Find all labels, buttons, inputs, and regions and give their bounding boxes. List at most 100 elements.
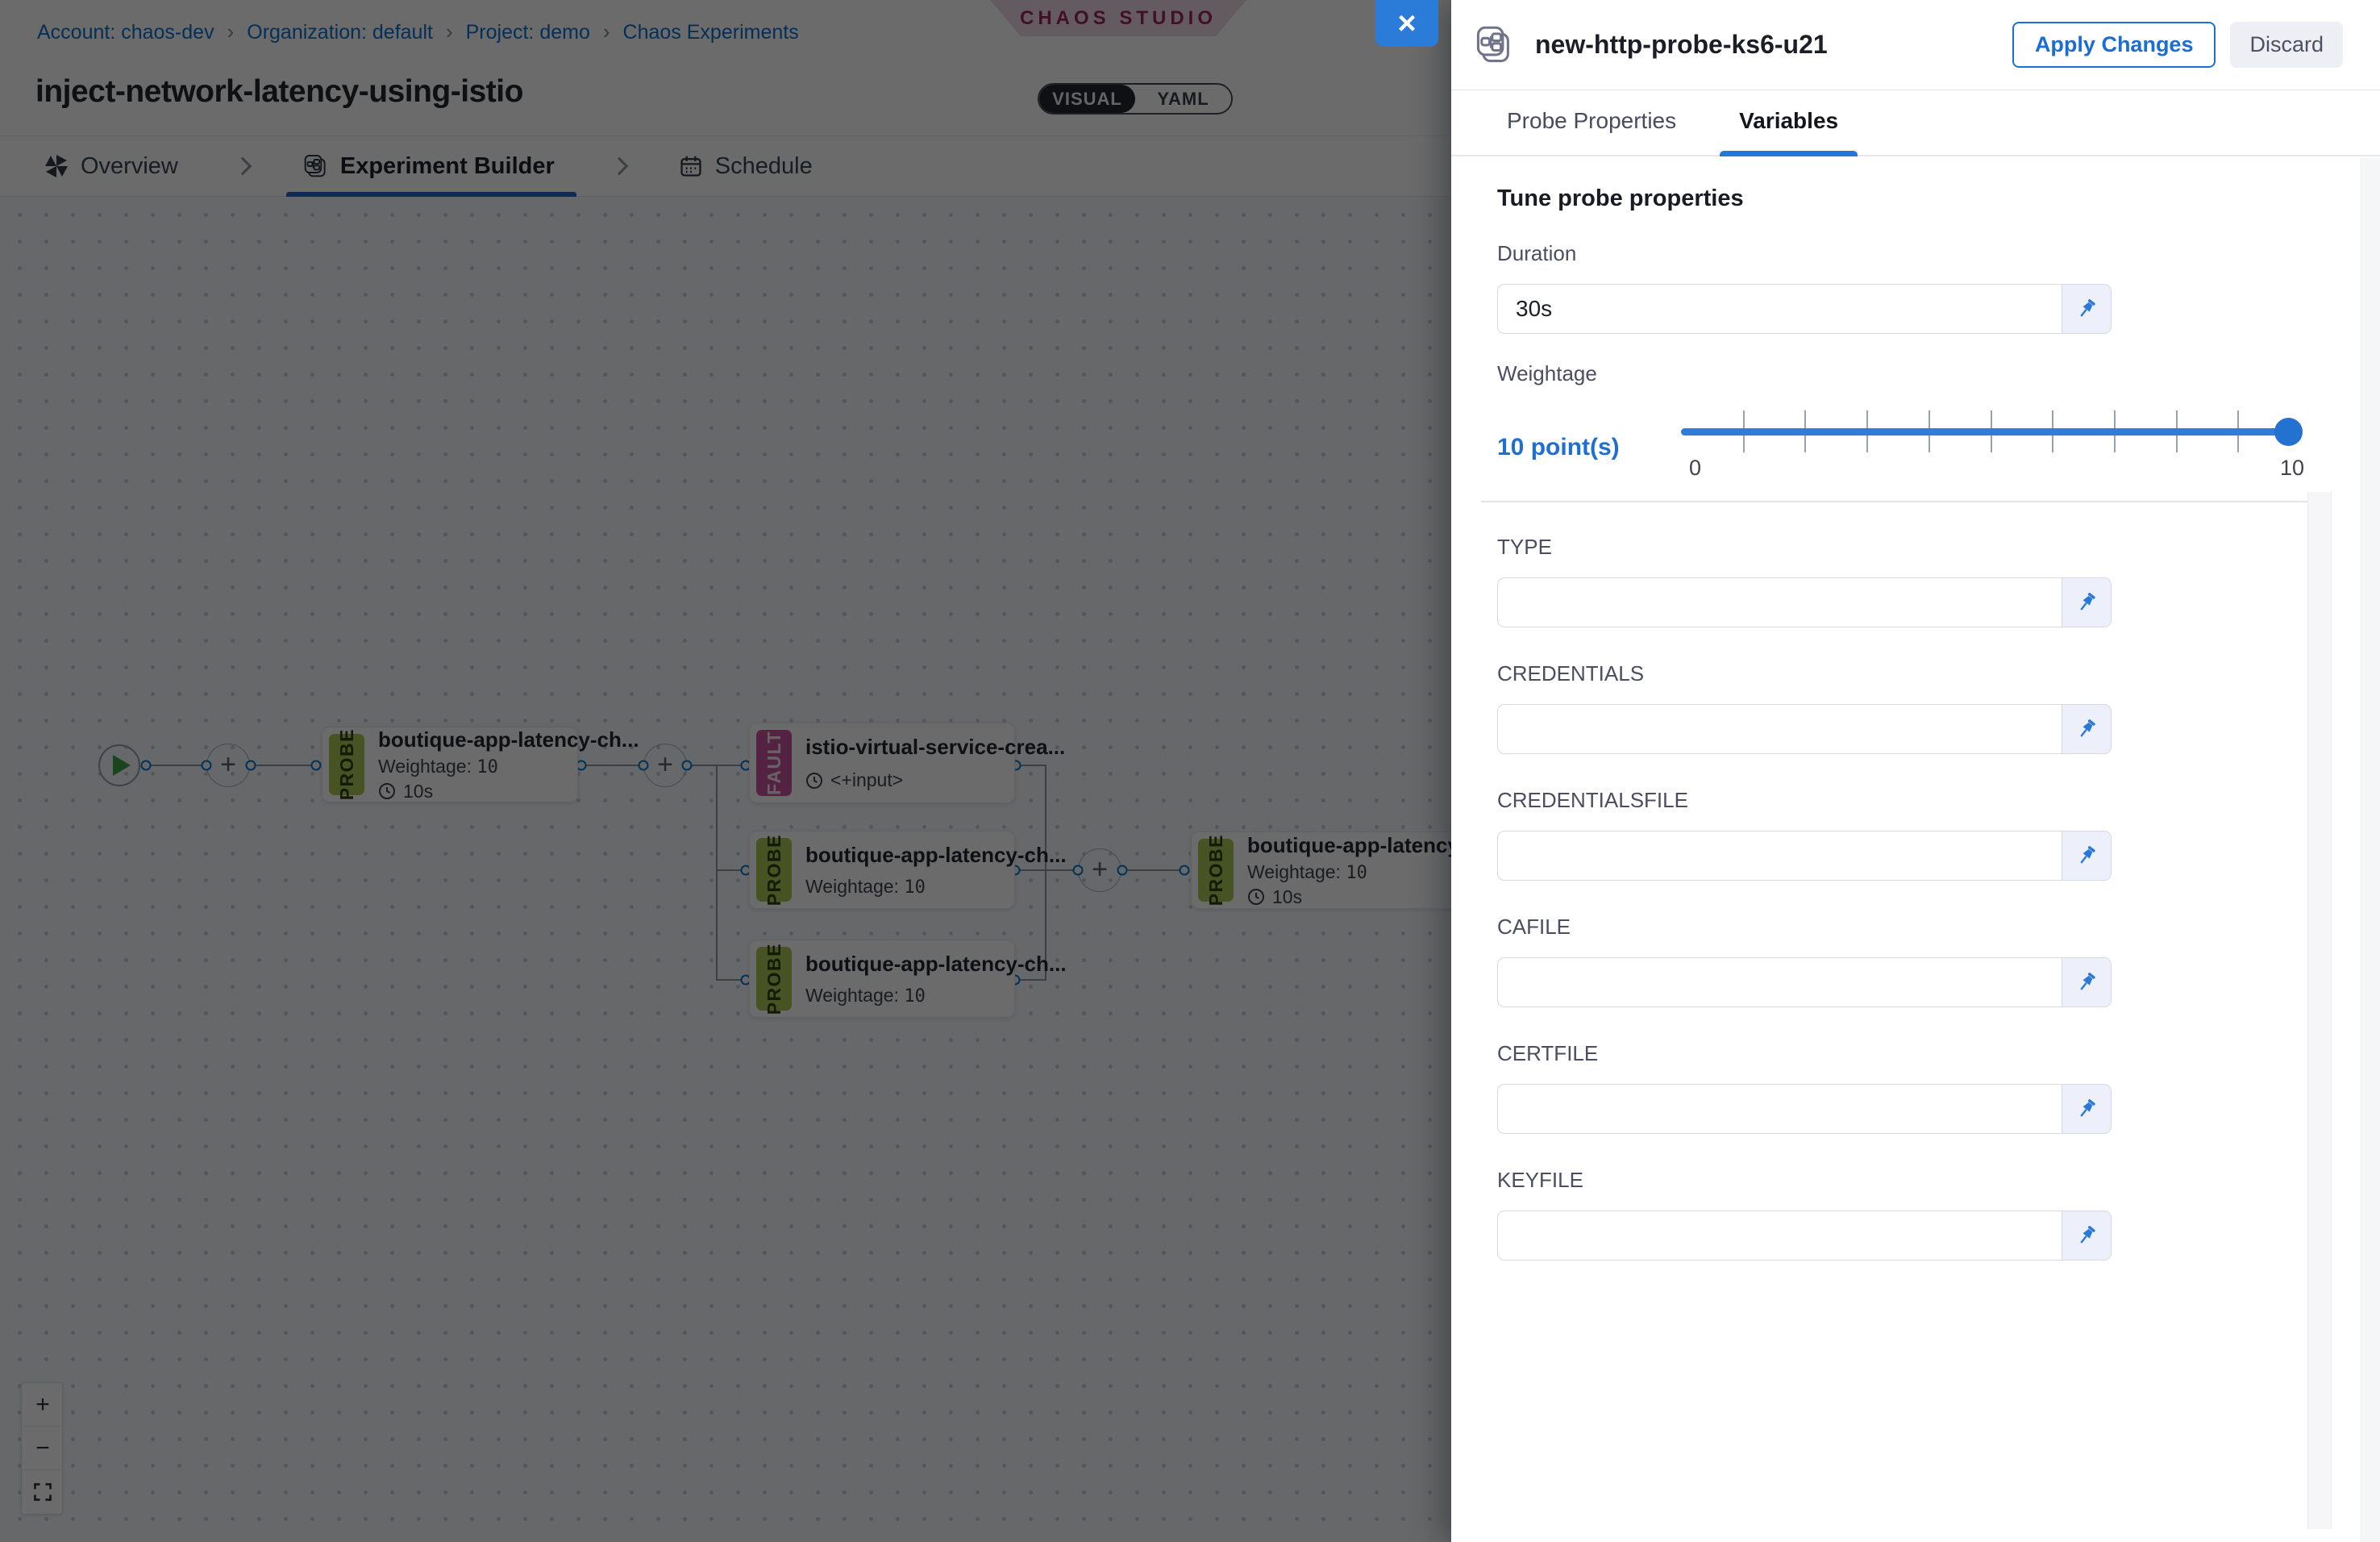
node-duration: 10s (1247, 886, 1451, 908)
field-label: CREDENTIALSFILE (1497, 788, 2380, 813)
add-node-button[interactable]: + (1078, 848, 1121, 892)
apply-changes-button[interactable]: Apply Changes (2012, 22, 2216, 68)
slider-handle[interactable] (2274, 418, 2303, 446)
tab-schedule[interactable]: Schedule (679, 153, 813, 180)
pin-button[interactable] (2062, 577, 2112, 627)
calendar-icon (679, 154, 703, 178)
edge (716, 765, 718, 981)
slider-max-label: 10 (2280, 456, 2304, 481)
zoom-in-button[interactable]: + (22, 1383, 63, 1427)
port[interactable] (141, 761, 152, 771)
weightage-row: 10 point(s) 0 10 (1497, 409, 2299, 486)
field-label: CAFILE (1497, 915, 2380, 940)
drawer-tabs: Probe Properties Variables (1451, 90, 2380, 156)
tab-probe-properties[interactable]: Probe Properties (1502, 108, 1681, 155)
weightage-slider[interactable]: 0 10 (1681, 409, 2299, 486)
discard-button[interactable]: Discard (2230, 22, 2343, 68)
toggle-visual[interactable]: VISUAL (1039, 85, 1135, 113)
pin-icon (2075, 591, 2098, 614)
field-label: KEYFILE (1497, 1168, 2380, 1193)
field-group-cafile: CAFILE (1497, 915, 2380, 1007)
pin-button[interactable] (2062, 284, 2112, 334)
port[interactable] (1073, 865, 1084, 876)
node-title: istio-virtual-service-crea... (805, 735, 1001, 760)
probe-node[interactable]: PROBE boutique-app-latency-ch... Weighta… (322, 727, 578, 802)
probe-node[interactable]: PROBE boutique-app-latency-ch... Weighta… (749, 940, 1015, 1018)
type-input[interactable] (1497, 577, 2062, 627)
pin-icon (2075, 971, 2098, 994)
field-label: TYPE (1497, 535, 2380, 560)
node-weightage: Weightage: 10 (805, 985, 1001, 1006)
play-icon (113, 755, 131, 776)
probe-config-drawer: new-http-probe-ks6-u21 Apply Changes Dis… (1451, 0, 2380, 1542)
breadcrumb-separator: › (590, 19, 623, 44)
clock-icon (805, 772, 823, 790)
pin-button[interactable] (2062, 831, 2112, 881)
experiment-canvas[interactable]: + + + PROBE boutique-app-latency-ch... W… (0, 197, 1451, 1542)
edge (1017, 979, 1046, 981)
breadcrumb-account[interactable]: Account: chaos-dev (37, 21, 214, 44)
breadcrumb-org[interactable]: Organization: default (247, 21, 433, 44)
run-experiment-button[interactable] (98, 744, 140, 786)
page-title: inject-network-latency-using-istio (35, 74, 523, 110)
edge (251, 765, 317, 766)
probe-badge: PROBE (329, 734, 364, 795)
port[interactable] (1117, 865, 1128, 876)
credentialsfile-input[interactable] (1497, 831, 2062, 881)
duration-input[interactable] (1497, 284, 2062, 334)
add-node-button[interactable]: + (643, 744, 687, 787)
cafile-input[interactable] (1497, 957, 2062, 1007)
breadcrumb-separator: › (433, 19, 466, 44)
certfile-input[interactable] (1497, 1084, 2062, 1134)
close-drawer-button[interactable]: × (1375, 0, 1438, 47)
breadcrumb-separator: › (214, 19, 248, 44)
port[interactable] (639, 761, 649, 771)
drawer-scrollbar[interactable] (2361, 158, 2380, 1542)
drawer-content: Tune probe properties Duration Weightage… (1451, 156, 2380, 1261)
fault-badge: FAULT (756, 730, 792, 796)
port[interactable] (1180, 865, 1190, 876)
field-label: CERTFILE (1497, 1041, 2380, 1066)
zoom-out-button[interactable]: − (22, 1427, 63, 1470)
duration-label: Duration (1497, 241, 2380, 266)
pin-button[interactable] (2062, 1211, 2112, 1261)
port[interactable] (202, 761, 212, 771)
credentials-input[interactable] (1497, 704, 2062, 754)
field-group-credentialsfile: CREDENTIALSFILE (1497, 788, 2380, 881)
slider-min-label: 0 (1689, 456, 1701, 481)
fields-scrollbar[interactable] (2307, 492, 2332, 1529)
port[interactable] (246, 761, 256, 771)
edge (1017, 869, 1046, 871)
toggle-yaml[interactable]: YAML (1135, 85, 1231, 113)
probe-node[interactable]: PROBE boutique-app-latency-ch... Weighta… (1191, 831, 1451, 909)
edge (582, 765, 644, 766)
canvas-zoom-controls: + − (21, 1382, 63, 1515)
fullscreen-button[interactable] (22, 1470, 63, 1514)
section-divider (1481, 501, 2330, 502)
fault-node[interactable]: FAULT istio-virtual-service-crea... <+in… (749, 723, 1015, 803)
experiment-doc-icon (302, 153, 328, 179)
pinwheel-icon (44, 154, 69, 178)
tab-experiment-builder[interactable]: Experiment Builder (302, 153, 555, 180)
field-label: CREDENTIALS (1497, 661, 2380, 686)
main-app: Account: chaos-dev›Organization: default… (0, 0, 1451, 1542)
breadcrumb-project[interactable]: Project: demo (466, 21, 590, 44)
pin-button[interactable] (2062, 704, 2112, 754)
port[interactable] (311, 761, 322, 771)
probe-node[interactable]: PROBE boutique-app-latency-ch... Weighta… (749, 831, 1015, 909)
breadcrumb: Account: chaos-dev›Organization: default… (37, 19, 799, 44)
pin-icon (2075, 844, 2098, 867)
slider-track[interactable] (1681, 428, 2299, 436)
visual-yaml-toggle: VISUAL YAML (1038, 83, 1233, 115)
port[interactable] (682, 761, 693, 771)
pin-button[interactable] (2062, 1084, 2112, 1134)
drawer-header: new-http-probe-ks6-u21 Apply Changes Dis… (1451, 0, 2380, 90)
keyfile-input[interactable] (1497, 1211, 2062, 1261)
add-node-button[interactable]: + (206, 744, 250, 787)
tab-overview[interactable]: Overview (44, 153, 178, 180)
node-weightage: Weightage: 10 (805, 876, 1001, 898)
pin-button[interactable] (2062, 957, 2112, 1007)
tab-variables[interactable]: Variables (1734, 108, 1843, 155)
node-duration: <+input> (805, 769, 1001, 791)
breadcrumb-chaos-experiments[interactable]: Chaos Experiments (623, 21, 799, 44)
